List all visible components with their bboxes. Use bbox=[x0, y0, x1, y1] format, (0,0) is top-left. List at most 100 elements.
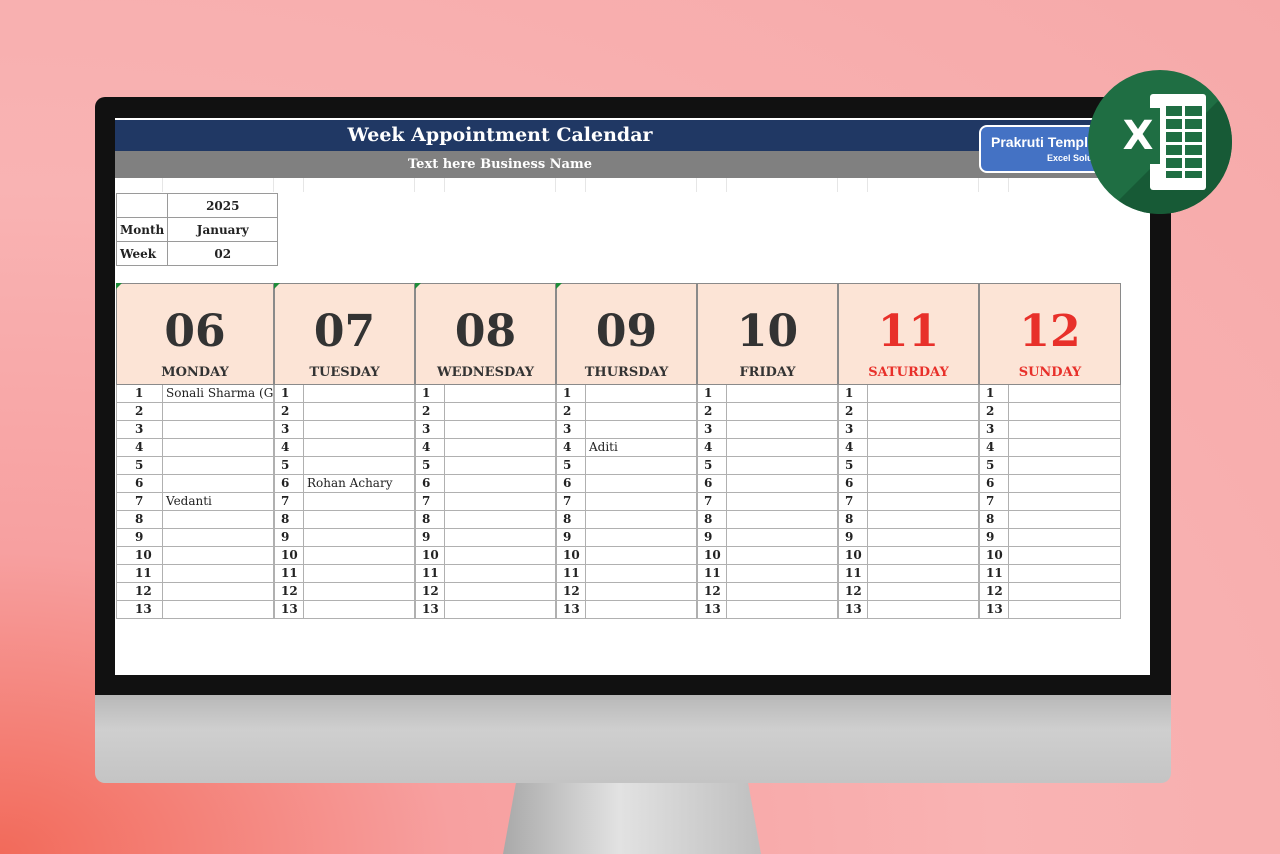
appointment-cell[interactable] bbox=[445, 583, 556, 600]
appointment-cell[interactable] bbox=[868, 475, 979, 492]
appointment-cell[interactable] bbox=[1009, 547, 1121, 564]
day-name: THURSDAY bbox=[584, 365, 669, 380]
appointment-cell[interactable] bbox=[1009, 565, 1121, 582]
appointment-cell[interactable] bbox=[868, 403, 979, 420]
appointment-cell[interactable] bbox=[304, 421, 415, 438]
appointment-cell[interactable] bbox=[727, 457, 838, 474]
appointment-cell[interactable] bbox=[1009, 421, 1121, 438]
appointment-cell[interactable] bbox=[727, 493, 838, 510]
business-name[interactable]: Text here Business Name bbox=[115, 157, 885, 172]
slot-number: 12 bbox=[979, 583, 1009, 600]
appointment-cell[interactable] bbox=[304, 511, 415, 528]
appointment-cell[interactable] bbox=[163, 601, 274, 618]
appointment-cell[interactable] bbox=[727, 403, 838, 420]
appointment-slot: 3 bbox=[697, 421, 838, 439]
appointment-cell[interactable] bbox=[868, 529, 979, 546]
appointment-cell[interactable] bbox=[727, 583, 838, 600]
appointment-cell[interactable]: Sonali Sharma (GM) bbox=[163, 385, 274, 402]
appointment-cell[interactable] bbox=[445, 385, 556, 402]
year-cell[interactable]: 2025 bbox=[167, 193, 279, 218]
appointment-cell[interactable] bbox=[868, 583, 979, 600]
appointment-cell[interactable]: Rohan Achary bbox=[304, 475, 415, 492]
appointment-cell[interactable] bbox=[868, 493, 979, 510]
appointment-cell[interactable] bbox=[586, 601, 697, 618]
appointment-cell[interactable] bbox=[727, 421, 838, 438]
appointment-cell[interactable] bbox=[445, 529, 556, 546]
appointment-cell[interactable] bbox=[586, 583, 697, 600]
appointment-cell[interactable]: Vedanti bbox=[163, 493, 274, 510]
appointment-cell[interactable] bbox=[1009, 583, 1121, 600]
appointment-cell[interactable] bbox=[727, 439, 838, 456]
appointment-cell[interactable] bbox=[727, 547, 838, 564]
appointment-cell[interactable] bbox=[304, 457, 415, 474]
appointment-cell[interactable] bbox=[304, 565, 415, 582]
slot-number: 9 bbox=[556, 529, 586, 546]
month-cell[interactable]: January bbox=[167, 217, 279, 242]
appointment-cell[interactable] bbox=[163, 403, 274, 420]
appointment-cell[interactable] bbox=[163, 529, 274, 546]
appointment-cell[interactable] bbox=[445, 511, 556, 528]
appointment-cell[interactable] bbox=[163, 421, 274, 438]
appointment-cell[interactable] bbox=[304, 547, 415, 564]
appointment-cell[interactable] bbox=[727, 529, 838, 546]
appointment-cell[interactable] bbox=[1009, 403, 1121, 420]
appointment-cell[interactable] bbox=[1009, 457, 1121, 474]
appointment-cell[interactable] bbox=[586, 475, 697, 492]
appointment-cell[interactable] bbox=[304, 403, 415, 420]
appointment-cell[interactable] bbox=[163, 583, 274, 600]
appointment-cell[interactable] bbox=[1009, 493, 1121, 510]
appointment-cell[interactable] bbox=[868, 421, 979, 438]
appointment-cell[interactable] bbox=[304, 583, 415, 600]
week-cell[interactable]: 02 bbox=[167, 241, 279, 266]
appointment-cell[interactable] bbox=[727, 565, 838, 582]
appointment-cell[interactable] bbox=[586, 385, 697, 402]
appointment-cell[interactable] bbox=[445, 565, 556, 582]
appointment-cell[interactable] bbox=[1009, 601, 1121, 618]
appointment-cell[interactable] bbox=[727, 601, 838, 618]
appointment-cell[interactable] bbox=[304, 493, 415, 510]
appointment-cell[interactable] bbox=[163, 475, 274, 492]
appointment-cell[interactable] bbox=[304, 385, 415, 402]
appointment-cell[interactable] bbox=[586, 403, 697, 420]
appointment-cell[interactable] bbox=[586, 421, 697, 438]
appointment-cell[interactable] bbox=[163, 457, 274, 474]
appointment-cell[interactable] bbox=[868, 385, 979, 402]
appointment-cell[interactable] bbox=[163, 439, 274, 456]
appointment-cell[interactable] bbox=[445, 547, 556, 564]
appointment-cell[interactable] bbox=[868, 547, 979, 564]
appointment-cell[interactable] bbox=[304, 439, 415, 456]
appointment-cell[interactable] bbox=[727, 385, 838, 402]
appointment-cell[interactable] bbox=[304, 601, 415, 618]
appointment-cell[interactable] bbox=[586, 457, 697, 474]
calendar-title: Week Appointment Calendar bbox=[347, 124, 653, 146]
appointment-cell[interactable] bbox=[868, 601, 979, 618]
appointment-cell[interactable] bbox=[727, 475, 838, 492]
appointment-cell[interactable] bbox=[868, 565, 979, 582]
appointment-cell[interactable] bbox=[445, 475, 556, 492]
appointment-cell[interactable] bbox=[445, 457, 556, 474]
appointment-cell[interactable] bbox=[586, 511, 697, 528]
appointment-cell[interactable] bbox=[1009, 475, 1121, 492]
appointment-cell[interactable] bbox=[445, 403, 556, 420]
appointment-cell[interactable] bbox=[586, 565, 697, 582]
appointment-cell[interactable] bbox=[163, 547, 274, 564]
appointment-cell[interactable] bbox=[445, 421, 556, 438]
appointment-cell[interactable] bbox=[163, 511, 274, 528]
appointment-cell[interactable] bbox=[304, 529, 415, 546]
appointment-cell[interactable] bbox=[445, 493, 556, 510]
appointment-cell[interactable] bbox=[445, 439, 556, 456]
appointment-cell[interactable] bbox=[163, 565, 274, 582]
appointment-cell[interactable] bbox=[1009, 385, 1121, 402]
appointment-cell[interactable]: Aditi bbox=[586, 439, 697, 456]
appointment-cell[interactable] bbox=[1009, 511, 1121, 528]
appointment-cell[interactable] bbox=[586, 493, 697, 510]
appointment-cell[interactable] bbox=[868, 511, 979, 528]
appointment-cell[interactable] bbox=[868, 457, 979, 474]
appointment-cell[interactable] bbox=[586, 529, 697, 546]
appointment-cell[interactable] bbox=[445, 601, 556, 618]
appointment-cell[interactable] bbox=[1009, 439, 1121, 456]
appointment-cell[interactable] bbox=[727, 511, 838, 528]
appointment-cell[interactable] bbox=[586, 547, 697, 564]
appointment-cell[interactable] bbox=[1009, 529, 1121, 546]
appointment-cell[interactable] bbox=[868, 439, 979, 456]
